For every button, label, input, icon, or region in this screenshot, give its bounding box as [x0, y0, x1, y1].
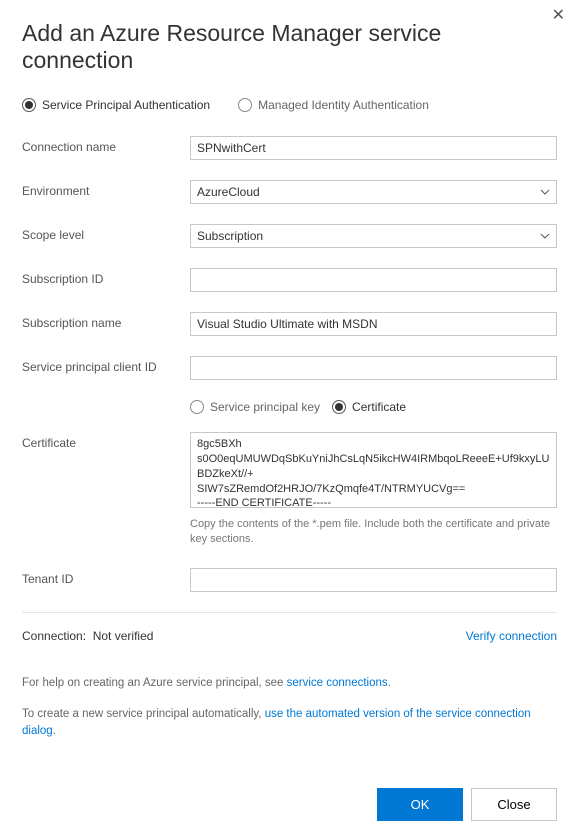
auth-radio-sp-label: Service Principal Authentication	[42, 98, 210, 112]
sp-client-id-input[interactable]	[190, 356, 557, 380]
certificate-help-text: Copy the contents of the *.pem file. Inc…	[190, 517, 557, 548]
radio-dot-icon	[238, 98, 252, 112]
close-icon[interactable]: ✕	[552, 8, 565, 24]
subscription-id-label: Subscription ID	[22, 268, 190, 286]
help-line-1: For help on creating an Azure service pr…	[22, 675, 557, 692]
connection-status-label: Connection:	[22, 629, 86, 643]
credential-radio-cert-label: Certificate	[352, 400, 406, 414]
verify-connection-link[interactable]: Verify connection	[466, 629, 557, 643]
credential-radio-key[interactable]: Service principal key	[190, 400, 320, 414]
subscription-name-label: Subscription name	[22, 312, 190, 330]
radio-dot-icon	[22, 98, 36, 112]
help-line-2: To create a new service principal automa…	[22, 706, 557, 741]
auth-radio-mi-label: Managed Identity Authentication	[258, 98, 429, 112]
certificate-label: Certificate	[22, 432, 190, 450]
scope-level-select[interactable]	[190, 224, 557, 248]
credential-radio-key-label: Service principal key	[210, 400, 320, 414]
service-connections-link[interactable]: service connections	[287, 677, 388, 689]
close-button[interactable]: Close	[471, 788, 557, 821]
environment-select[interactable]	[190, 180, 557, 204]
connection-status: Connection: Not verified	[22, 629, 153, 643]
connection-name-input[interactable]	[190, 136, 557, 160]
connection-name-label: Connection name	[22, 136, 190, 154]
connection-status-value: Not verified	[93, 629, 154, 643]
tenant-id-label: Tenant ID	[22, 568, 190, 586]
ok-button[interactable]: OK	[377, 788, 463, 821]
subscription-id-input[interactable]	[190, 268, 557, 292]
divider	[22, 612, 557, 613]
sp-client-id-label: Service principal client ID	[22, 356, 190, 374]
radio-dot-icon	[332, 400, 346, 414]
auth-radio-service-principal[interactable]: Service Principal Authentication	[22, 98, 210, 112]
credential-radio-certificate[interactable]: Certificate	[332, 400, 406, 414]
auth-radio-managed-identity[interactable]: Managed Identity Authentication	[238, 98, 429, 112]
radio-dot-icon	[190, 400, 204, 414]
environment-label: Environment	[22, 180, 190, 198]
dialog-title: Add an Azure Resource Manager service co…	[22, 20, 557, 74]
subscription-name-input[interactable]	[190, 312, 557, 336]
tenant-id-input[interactable]	[190, 568, 557, 592]
certificate-textarea[interactable]	[190, 432, 557, 508]
scope-level-label: Scope level	[22, 224, 190, 242]
